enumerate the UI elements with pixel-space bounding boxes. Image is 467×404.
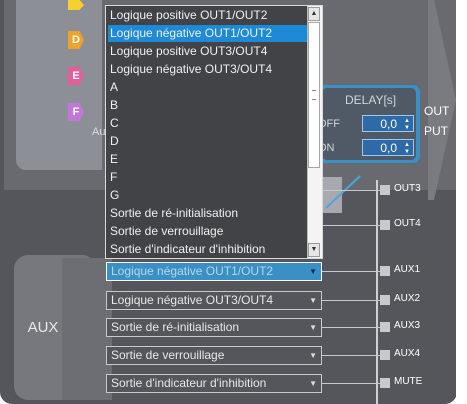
dropdown-option[interactable]: Sortie de ré-initialisation [108, 205, 310, 222]
aux2-select[interactable]: Logique négative OUT3/OUT4 ▼ [106, 291, 322, 310]
aux1-wire [322, 271, 380, 272]
mute-select-value: Sortie d'indicateur d'inhibition [111, 376, 267, 390]
aux1-select[interactable]: Logique négative OUT1/OUT2 ▼ [106, 262, 322, 281]
delay-on-value: 0,0 [380, 141, 397, 155]
terminal-out4[interactable] [380, 220, 390, 230]
auto-label-fragment: Au [92, 126, 106, 138]
terminal-mute[interactable] [380, 378, 390, 388]
out4-wire [322, 225, 380, 226]
terminal-label-out4: OUT4 [394, 218, 421, 229]
terminal-label-aux2: AUX2 [394, 293, 421, 304]
aux-group-inner [62, 258, 112, 400]
chevron-down-icon[interactable]: ▼ [309, 347, 317, 364]
dropdown-option[interactable]: Sortie d'indicateur d'inhibition [108, 241, 310, 258]
terminal-label-mute: MUTE [394, 376, 423, 387]
right-margin [456, 0, 467, 404]
terminal-label-aux1: AUX1 [394, 264, 421, 275]
dropdown-option[interactable]: G [108, 187, 310, 204]
dropdown-option[interactable]: Sortie de verrouillage [108, 223, 310, 240]
aux3-select[interactable]: Sortie de ré-initialisation ▼ [106, 318, 322, 337]
scroll-up-icon[interactable]: ▲ [308, 7, 320, 21]
dropdown-option[interactable]: Logique négative OUT3/OUT4 [108, 61, 310, 78]
dropdown-option[interactable]: Logique positive OUT3/OUT4 [108, 43, 310, 60]
terminal-label-out3: OUT3 [394, 183, 421, 194]
terminal-label-aux4: AUX4 [394, 348, 421, 359]
dropdown-option[interactable]: Logique positive OUT1/OUT2 [108, 7, 310, 24]
aux4-wire [322, 355, 380, 356]
grip-icon [312, 90, 316, 100]
mute-wire [322, 383, 380, 384]
chevron-down-icon[interactable]: ▼ [309, 375, 317, 392]
terminal-out3[interactable] [380, 185, 390, 195]
input-column [16, 0, 102, 170]
dropdown-option[interactable]: D [108, 133, 310, 150]
out3-wire [322, 190, 380, 191]
dropdown-option[interactable]: A [108, 79, 310, 96]
aux-group-label: AUX [27, 319, 59, 336]
dropdown-option[interactable]: F [108, 169, 310, 186]
terminal-aux4[interactable] [380, 350, 390, 360]
dropdown-option-selected[interactable]: Logique négative OUT1/OUT2 [108, 25, 310, 42]
aux4-select[interactable]: Sortie de verrouillage ▼ [106, 346, 322, 365]
terminal-aux3[interactable] [380, 322, 390, 332]
terminal-aux2[interactable] [380, 295, 390, 305]
delay-off-spinbox[interactable]: 0,0 ▲ ▼ [362, 115, 414, 132]
dropdown-option[interactable]: C [108, 115, 310, 132]
aux-bus-line [376, 180, 378, 404]
terminal-aux1[interactable] [380, 266, 390, 276]
chevron-down-icon[interactable]: ▼ [309, 292, 317, 309]
spin-up-icon[interactable]: ▲ [402, 142, 410, 148]
spin-down-icon[interactable]: ▼ [402, 125, 410, 131]
chevron-down-icon[interactable]: ▼ [309, 263, 317, 280]
aux3-wire [322, 327, 380, 328]
delay-title: DELAY[s] [345, 93, 397, 107]
dropdown-option[interactable]: B [108, 97, 310, 114]
aux3-select-value: Sortie de ré-initialisation [111, 320, 240, 334]
aux2-wire [322, 300, 380, 301]
spin-down-icon[interactable]: ▼ [402, 149, 410, 155]
aux4-select-value: Sortie de verrouillage [111, 348, 225, 362]
terminal-label-aux3: AUX3 [394, 320, 421, 331]
output-label-line2: PUT [424, 124, 448, 138]
output-arrow-shape [428, 0, 456, 200]
dropdown-list: Logique positive OUT1/OUT2 Logique négat… [105, 5, 323, 259]
delay-off-value: 0,0 [380, 117, 397, 131]
output-label-line1: OUT [424, 104, 450, 118]
scroll-down-icon[interactable]: ▼ [308, 243, 320, 257]
output-label: OUT PUT [424, 101, 449, 141]
chevron-down-icon[interactable]: ▼ [309, 319, 317, 336]
mute-select[interactable]: Sortie d'indicateur d'inhibition ▼ [106, 374, 322, 393]
delay-on-spinbox[interactable]: 0,0 ▲ ▼ [362, 139, 414, 156]
aux2-select-value: Logique négative OUT3/OUT4 [111, 293, 274, 307]
aux1-select-value: Logique négative OUT1/OUT2 [111, 264, 274, 278]
spin-up-icon[interactable]: ▲ [402, 118, 410, 124]
dropdown-option[interactable]: E [108, 151, 310, 168]
